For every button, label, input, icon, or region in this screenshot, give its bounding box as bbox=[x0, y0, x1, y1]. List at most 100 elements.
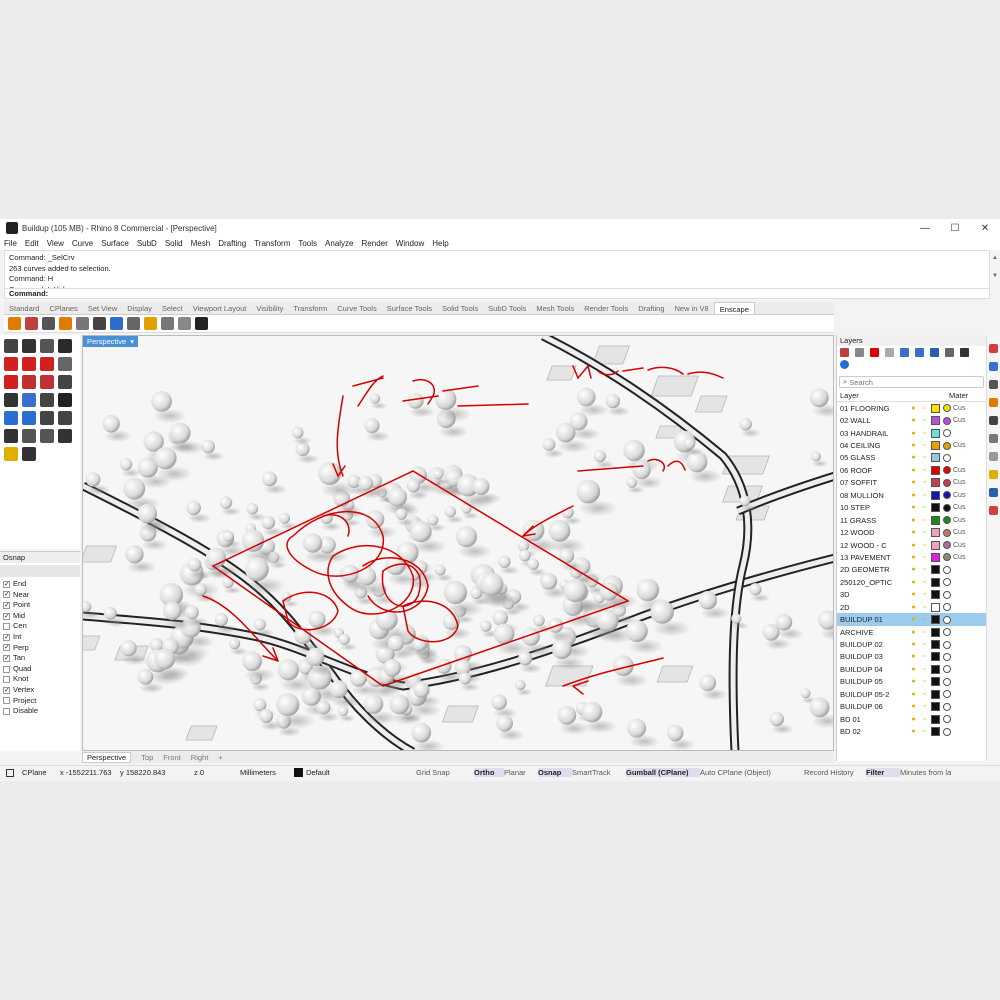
layer-color-swatch[interactable] bbox=[931, 503, 940, 513]
viewport-icon[interactable] bbox=[25, 317, 38, 330]
undo-icon[interactable] bbox=[22, 447, 36, 461]
visibility-bulb-icon[interactable]: ● bbox=[909, 702, 918, 711]
tab-drafting[interactable]: Drafting bbox=[633, 302, 669, 314]
layer-color-swatch[interactable] bbox=[931, 602, 940, 612]
point-icon[interactable] bbox=[22, 339, 36, 353]
material-swatch[interactable] bbox=[943, 702, 951, 711]
visibility-bulb-icon[interactable]: ● bbox=[909, 553, 918, 562]
filter-icon[interactable] bbox=[930, 348, 939, 357]
record-history[interactable]: Record History bbox=[804, 768, 866, 777]
menu-curve[interactable]: Curve bbox=[72, 239, 93, 248]
account-icon[interactable] bbox=[195, 317, 208, 330]
layer-column-header[interactable]: Layer bbox=[837, 390, 949, 401]
mesh-icon[interactable] bbox=[58, 357, 72, 371]
rotate-icon[interactable] bbox=[40, 393, 54, 407]
layer-name[interactable]: BD 02 bbox=[837, 727, 909, 736]
layer-row[interactable]: 08 MULLION ● ▫ Cus bbox=[837, 489, 986, 501]
layer-row[interactable]: 04 CEILING ● ▫ Cus bbox=[837, 439, 986, 451]
viewport-tab-perspective[interactable]: Perspective bbox=[82, 751, 132, 763]
layers-search-input[interactable] bbox=[849, 377, 970, 387]
layer-row[interactable]: 11 GRASS ● ▫ Cus bbox=[837, 514, 986, 526]
visibility-bulb-icon[interactable]: ● bbox=[909, 715, 918, 724]
menu-view[interactable]: View bbox=[47, 239, 64, 248]
osnap-project[interactable]: Project bbox=[0, 696, 80, 707]
visibility-bulb-icon[interactable]: ● bbox=[909, 640, 918, 649]
environment-tab-icon[interactable] bbox=[989, 452, 998, 461]
visibility-bulb-icon[interactable]: ● bbox=[909, 590, 918, 599]
viewport-tab-front[interactable]: Front bbox=[163, 753, 181, 762]
visibility-bulb-icon[interactable]: ● bbox=[909, 516, 918, 525]
visibility-bulb-icon[interactable]: ● bbox=[909, 528, 918, 537]
command-input[interactable] bbox=[52, 289, 989, 298]
osnap-checkbox[interactable] bbox=[3, 697, 10, 705]
lock-icon[interactable]: ▫ bbox=[920, 491, 929, 500]
layer-name[interactable]: BUILDUP 05-2 bbox=[837, 690, 909, 699]
status-cplane[interactable]: CPlane bbox=[22, 768, 60, 777]
lock-icon[interactable]: ▫ bbox=[920, 665, 929, 674]
help-icon[interactable] bbox=[840, 360, 849, 369]
layer-color-swatch[interactable] bbox=[931, 702, 940, 712]
layer-row[interactable]: ARCHIVE ● ▫ bbox=[837, 626, 986, 638]
viewport-perspective[interactable]: Perspective ▾ bbox=[82, 335, 834, 751]
materials-icon[interactable] bbox=[93, 317, 106, 330]
add-viewport-icon[interactable]: + bbox=[218, 753, 222, 762]
toggle-planar[interactable]: Planar bbox=[504, 768, 538, 777]
osnap-checkbox[interactable] bbox=[3, 707, 10, 715]
zoom-window-icon[interactable] bbox=[22, 429, 36, 443]
layer-name[interactable]: 13 PAVEMENT bbox=[837, 553, 909, 562]
material-swatch[interactable] bbox=[943, 416, 951, 425]
osnap-checkbox[interactable]: ✓ bbox=[3, 633, 10, 641]
lock-icon[interactable]: ▫ bbox=[920, 615, 929, 624]
layer-name[interactable]: 04 CEILING bbox=[837, 441, 909, 450]
layer-color-swatch[interactable] bbox=[931, 615, 940, 625]
visibility-bulb-icon[interactable]: ● bbox=[909, 441, 918, 450]
render-tab-icon[interactable] bbox=[989, 488, 998, 497]
command-line[interactable]: Command: bbox=[4, 288, 990, 299]
capture-icon[interactable] bbox=[76, 317, 89, 330]
tab-viewport-layout[interactable]: Viewport Layout bbox=[188, 302, 252, 314]
zoom-extents-icon[interactable] bbox=[40, 429, 54, 443]
lock-icon[interactable]: ▫ bbox=[920, 441, 929, 450]
polyline-icon[interactable] bbox=[40, 339, 54, 353]
osnap-quad[interactable]: Quad bbox=[0, 664, 80, 675]
material-swatch[interactable] bbox=[943, 429, 951, 438]
layer-row[interactable]: 02 WALL ● ▫ Cus bbox=[837, 414, 986, 426]
menu-transform[interactable]: Transform bbox=[254, 239, 290, 248]
lock-icon[interactable]: ▫ bbox=[920, 603, 929, 612]
layer-color-swatch[interactable] bbox=[931, 565, 940, 575]
visibility-bulb-icon[interactable]: ● bbox=[909, 578, 918, 587]
material-swatch[interactable] bbox=[943, 565, 951, 574]
lock-icon[interactable]: ▫ bbox=[920, 404, 929, 413]
layer-color-swatch[interactable] bbox=[931, 727, 940, 737]
scale-icon[interactable] bbox=[58, 393, 72, 407]
menu-solid[interactable]: Solid bbox=[165, 239, 183, 248]
panel-menu-icon[interactable] bbox=[960, 348, 969, 357]
lock-icon[interactable]: ▫ bbox=[920, 429, 929, 438]
lock-icon[interactable]: ▫ bbox=[920, 416, 929, 425]
visibility-bulb-icon[interactable]: ● bbox=[909, 628, 918, 637]
visibility-bulb-icon[interactable]: ● bbox=[909, 652, 918, 661]
lock-icon[interactable]: ▫ bbox=[920, 516, 929, 525]
tab-select[interactable]: Select bbox=[157, 302, 188, 314]
menu-edit[interactable]: Edit bbox=[25, 239, 39, 248]
layer-name[interactable]: 12 WOOD - C bbox=[837, 541, 909, 550]
material-swatch[interactable] bbox=[943, 677, 951, 686]
material-column-header[interactable]: Mater bbox=[949, 390, 968, 401]
lock-icon[interactable]: ▫ bbox=[920, 453, 929, 462]
menu-file[interactable]: File bbox=[4, 239, 17, 248]
layer-color-swatch[interactable] bbox=[931, 515, 940, 525]
visibility-bulb-icon[interactable]: ● bbox=[909, 541, 918, 550]
layer-row[interactable]: 10 STEP ● ▫ Cus bbox=[837, 502, 986, 514]
curve-icon[interactable] bbox=[58, 339, 72, 353]
layer-row[interactable]: 2D ● ▫ bbox=[837, 601, 986, 613]
maximize-button[interactable]: ☐ bbox=[940, 223, 970, 234]
layer-row[interactable]: 05 GLASS ● ▫ bbox=[837, 452, 986, 464]
layer-row[interactable]: BUILDUP 01 ● ▫ bbox=[837, 613, 986, 626]
filter-toggle[interactable]: Filter bbox=[866, 768, 900, 777]
layer-color-swatch[interactable] bbox=[931, 552, 940, 562]
layer-row[interactable]: 3D ● ▫ bbox=[837, 589, 986, 601]
osnap-checkbox[interactable] bbox=[3, 623, 10, 631]
layer-color-swatch[interactable] bbox=[931, 540, 940, 550]
settings-icon[interactable] bbox=[4, 447, 18, 461]
menu-subd[interactable]: SubD bbox=[137, 239, 157, 248]
